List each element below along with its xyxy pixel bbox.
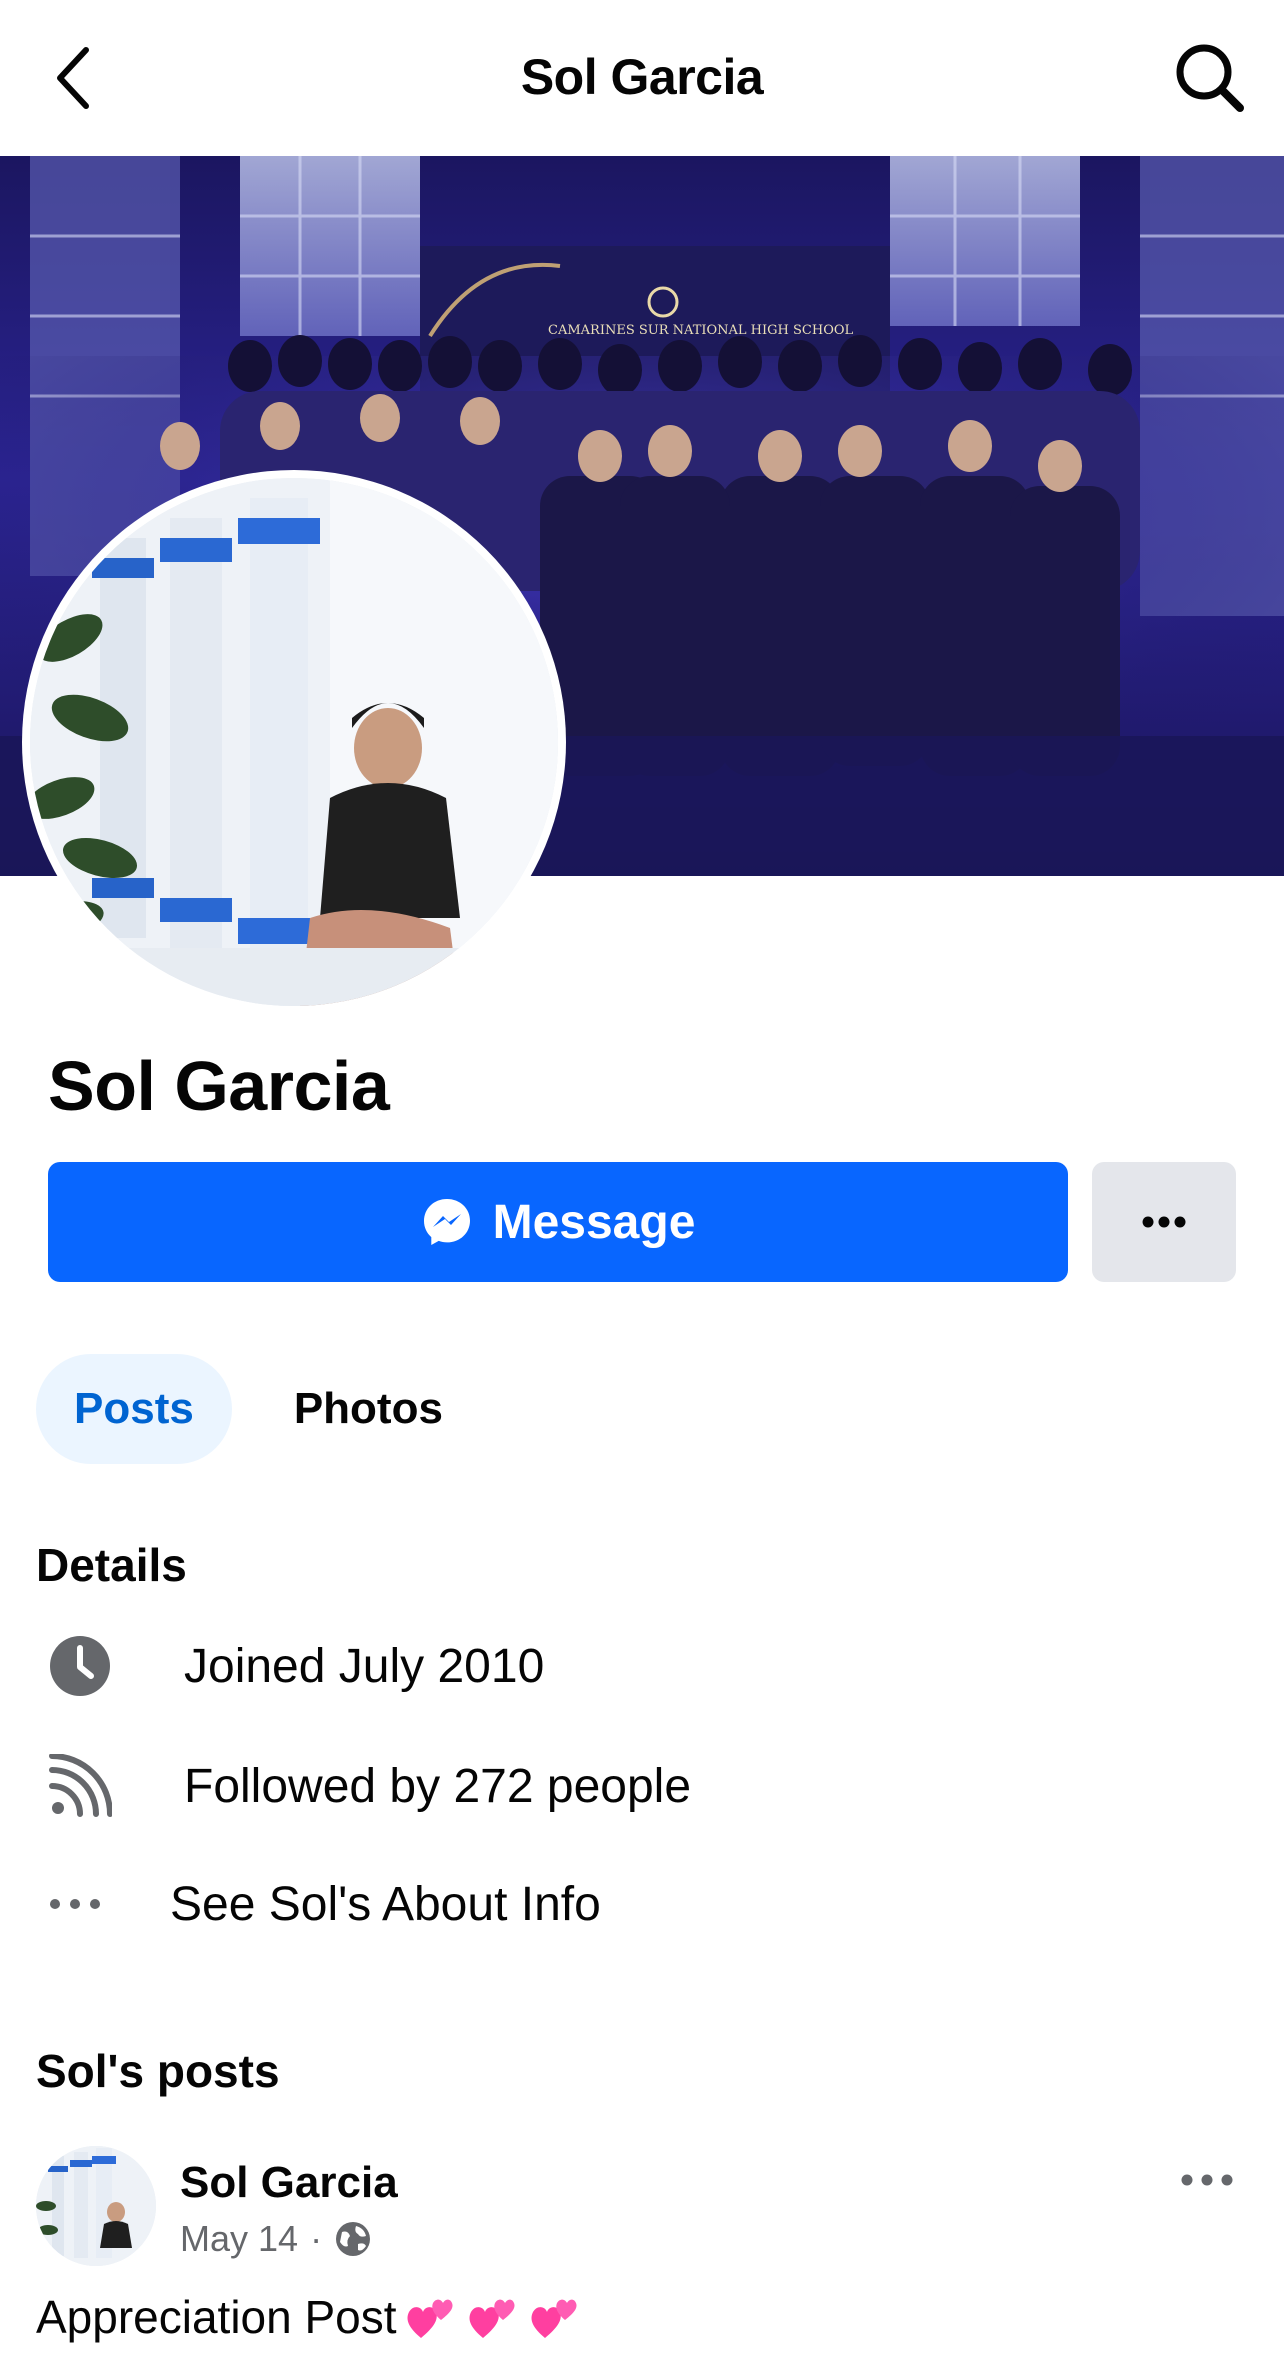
clock-icon bbox=[44, 1630, 116, 1702]
rss-icon bbox=[44, 1750, 116, 1822]
banner-text: CAMARINES SUR NATIONAL HIGH SCHOOL bbox=[548, 323, 854, 338]
search-icon bbox=[1176, 44, 1244, 112]
globe-icon bbox=[336, 2222, 371, 2256]
detail-joined-text: Joined July 2010 bbox=[184, 1639, 545, 1693]
message-button-label: Message bbox=[492, 1195, 696, 1249]
post-text: Appreciation Post bbox=[36, 2290, 583, 2344]
more-dots-icon bbox=[44, 1868, 106, 1940]
details-title: Details bbox=[36, 1539, 187, 1591]
detail-followers-text: Followed by 272 people bbox=[184, 1759, 692, 1813]
messenger-icon bbox=[423, 1199, 470, 1245]
profile-more-button[interactable] bbox=[1092, 1162, 1236, 1282]
nav-title: Sol Garcia bbox=[520, 49, 764, 105]
top-nav-bar: Sol Garcia bbox=[0, 0, 1284, 156]
post-author-avatar[interactable] bbox=[36, 2146, 156, 2266]
detail-joined: Joined July 2010 bbox=[44, 1630, 544, 1702]
profile-picture[interactable] bbox=[22, 470, 566, 1014]
two-hearts-icon bbox=[529, 2292, 583, 2342]
profile-photo-illustration bbox=[30, 478, 558, 1006]
more-dots-icon bbox=[1181, 2174, 1233, 2186]
post-meta: May 14 · bbox=[180, 2218, 372, 2260]
two-hearts-icon bbox=[405, 2292, 459, 2342]
post-more-button[interactable] bbox=[1172, 2160, 1242, 2200]
profile-name: Sol Garcia bbox=[48, 1047, 390, 1125]
posts-title: Sol's posts bbox=[36, 2045, 280, 2097]
search-button[interactable] bbox=[1170, 38, 1250, 118]
profile-actions: Message bbox=[48, 1162, 1236, 1284]
message-button[interactable]: Message bbox=[48, 1162, 1068, 1282]
tab-photos[interactable]: Photos bbox=[256, 1354, 481, 1464]
more-dots-icon bbox=[1142, 1216, 1186, 1228]
post-date[interactable]: May 14 bbox=[180, 2218, 298, 2260]
two-hearts-icon bbox=[467, 2292, 521, 2342]
post-meta-separator: · bbox=[310, 2218, 323, 2259]
detail-about-info[interactable]: See Sol's About Info bbox=[44, 1868, 601, 1940]
tab-posts[interactable]: Posts bbox=[36, 1354, 232, 1464]
post-text-content: Appreciation Post bbox=[36, 2291, 397, 2343]
profile-tabs: Posts Photos bbox=[36, 1354, 481, 1464]
detail-followers[interactable]: Followed by 272 people bbox=[44, 1750, 691, 1822]
detail-about-text: See Sol's About Info bbox=[170, 1877, 601, 1931]
post-author-name[interactable]: Sol Garcia bbox=[180, 2158, 398, 2208]
